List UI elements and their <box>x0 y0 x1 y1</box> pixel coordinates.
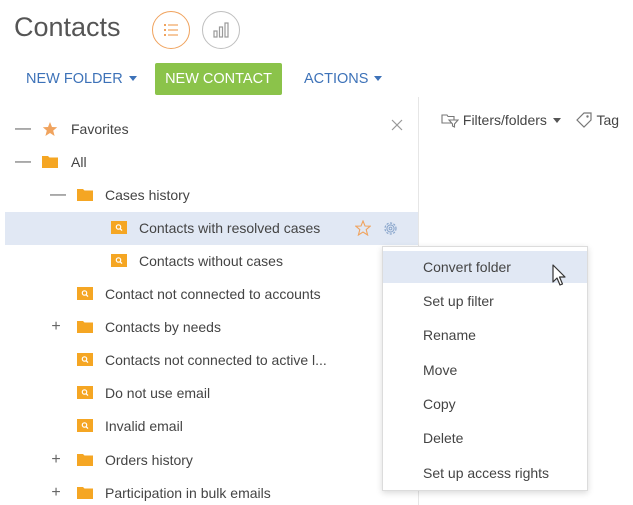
tree-item-label: Contact not connected to accounts <box>105 286 321 302</box>
tree-item-label: Cases history <box>105 187 190 203</box>
tree-item-contact-not-connected-to-accounts[interactable]: Contact not connected to accounts <box>5 278 418 311</box>
tree-item-label: Contacts without cases <box>139 253 283 269</box>
star-outline-icon[interactable] <box>354 219 372 239</box>
search-folder-icon <box>77 287 93 303</box>
tree-item-invalid-email[interactable]: Invalid email <box>5 410 418 443</box>
folder-icon <box>77 453 93 469</box>
tree-item-label: Do not use email <box>105 385 211 401</box>
tree-item-contacts-with-resolved-cases[interactable]: Contacts with resolved cases <box>5 212 418 245</box>
menu-item-move[interactable]: Move <box>383 354 587 386</box>
folder-icon <box>77 486 93 502</box>
search-folder-icon <box>77 353 93 369</box>
collapse-icon[interactable]: — <box>15 121 31 137</box>
folder-icon <box>77 188 93 204</box>
expand-icon[interactable]: + <box>50 452 62 468</box>
tree-item-contacts-not-connected-to-active-leads[interactable]: Contacts not connected to active l... <box>5 344 418 377</box>
new-folder-button[interactable]: NEW FOLDER <box>26 63 137 95</box>
new-folder-label: NEW FOLDER <box>26 71 123 87</box>
search-folder-icon <box>111 254 127 270</box>
tag-icon <box>575 112 592 128</box>
expand-icon[interactable]: + <box>50 319 62 335</box>
mouse-cursor-icon <box>552 264 568 293</box>
chevron-down-icon <box>552 118 561 123</box>
menu-item-delete[interactable]: Delete <box>383 422 587 454</box>
collapse-icon[interactable]: — <box>15 154 31 170</box>
filters-folders-label: Filters/folders <box>462 112 547 128</box>
star-icon <box>42 121 58 140</box>
actions-label: ACTIONS <box>304 71 369 87</box>
tree-item-label: Favorites <box>71 121 129 137</box>
tree-item-label: Participation in bulk emails <box>105 485 271 501</box>
tree-item-contacts-without-cases[interactable]: Contacts without cases <box>5 245 418 278</box>
gear-icon[interactable] <box>382 220 399 240</box>
tag-label: Tag <box>596 112 620 128</box>
filter-folder-icon <box>441 114 460 128</box>
tag-button[interactable]: Tag <box>575 112 619 128</box>
filters-folders-button[interactable]: Filters/folders <box>441 112 561 128</box>
tree-item-do-not-use-email[interactable]: Do not use email <box>5 377 418 410</box>
menu-item-copy[interactable]: Copy <box>383 388 587 420</box>
menu-item-rename[interactable]: Rename <box>383 319 587 351</box>
tree-item-label: Contacts with resolved cases <box>139 220 321 236</box>
tree-item-label: Invalid email <box>105 418 183 434</box>
menu-item-set-up-access-rights[interactable]: Set up access rights <box>383 457 587 489</box>
search-folder-icon <box>77 386 93 402</box>
tree-item-favorites[interactable]: — Favorites <box>5 113 418 146</box>
page-title: Contacts <box>14 12 121 42</box>
expand-icon[interactable]: + <box>50 485 62 501</box>
tree-item-all[interactable]: — All <box>5 146 418 179</box>
actions-button[interactable]: ACTIONS <box>304 63 383 95</box>
list-icon <box>164 24 178 36</box>
tree-item-participation-in-bulk-emails[interactable]: + Participation in bulk emails <box>5 470 418 503</box>
tree-item-label: Contacts not connected to active l... <box>105 352 327 368</box>
chevron-down-icon <box>128 76 137 81</box>
analytics-view-button[interactable] <box>202 11 240 49</box>
search-folder-icon <box>77 419 93 435</box>
collapse-icon[interactable]: — <box>50 187 66 203</box>
list-view-button[interactable] <box>152 11 190 49</box>
tree-item-label: All <box>71 154 87 170</box>
folder-icon <box>42 155 58 171</box>
tree-item-label: Orders history <box>105 452 193 468</box>
new-contact-button[interactable]: NEW CONTACT <box>155 63 282 95</box>
chevron-down-icon <box>374 76 383 81</box>
tree-item-contacts-by-needs[interactable]: + Contacts by needs <box>5 311 418 344</box>
tree-item-cases-history[interactable]: — Cases history <box>5 179 418 212</box>
filter-bar: Filters/folders Tag <box>441 112 619 128</box>
tree-item-label: Contacts by needs <box>105 319 221 335</box>
search-folder-icon <box>111 221 127 237</box>
folder-icon <box>77 320 93 336</box>
analytics-icon <box>213 22 229 38</box>
